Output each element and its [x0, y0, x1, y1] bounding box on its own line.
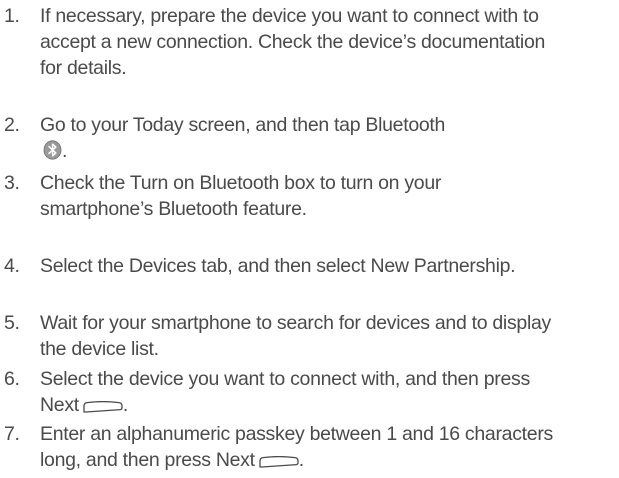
step-line-suffix: . — [122, 394, 129, 416]
step-number: 7. — [4, 423, 20, 445]
step-text: Select the Devices tab, and then select … — [40, 253, 610, 279]
left-softkey-icon — [259, 449, 299, 468]
step-number: 5. — [4, 312, 20, 334]
bluetooth-icon — [43, 140, 62, 160]
step-number: 1. — [4, 5, 20, 27]
step-line: If necessary, prepare the device you wan… — [40, 5, 539, 27]
step-text: If necessary, prepare the device you wan… — [40, 3, 610, 81]
step-line: Select the device you want to connect wi… — [40, 368, 530, 390]
step-text: Go to your Today screen, and then tap Bl… — [40, 112, 610, 164]
step-line-text: long, and then press Next — [40, 449, 255, 471]
step-text: Enter an alphanumeric passkey between 1 … — [40, 421, 610, 473]
step-line: Enter an alphanumeric passkey between 1 … — [40, 423, 553, 445]
step-number: 6. — [4, 368, 20, 390]
step-line: for details. — [40, 57, 127, 79]
step-line: Go to your Today screen, and then tap Bl… — [40, 114, 446, 136]
step-text: Check the Turn on Bluetooth box to turn … — [40, 170, 610, 222]
step-number: 2. — [4, 114, 20, 136]
step-number: 3. — [4, 172, 20, 194]
step-line-suffix: . — [298, 449, 304, 471]
step-line: Select the Devices tab, and then select … — [40, 255, 516, 277]
step-line: long, and then press Next . — [40, 447, 610, 473]
step-text: Select the device you want to connect wi… — [40, 366, 610, 418]
step-line-text: Next — [40, 394, 79, 416]
step-line: Next . — [40, 392, 610, 418]
step-line: the device list. — [40, 338, 159, 360]
step-text: Wait for your smartphone to search for d… — [40, 310, 610, 362]
left-softkey-icon — [83, 394, 123, 413]
step-line: accept a new connection. Check the devic… — [40, 31, 546, 53]
step-number: 4. — [4, 255, 20, 277]
step-line: Check the Turn on Bluetooth box to turn … — [40, 172, 442, 194]
step-line-suffix: . — [62, 140, 68, 162]
step-line: Wait for your smartphone to search for d… — [40, 312, 551, 334]
step-line: smartphone’s Bluetooth feature. — [40, 198, 307, 220]
